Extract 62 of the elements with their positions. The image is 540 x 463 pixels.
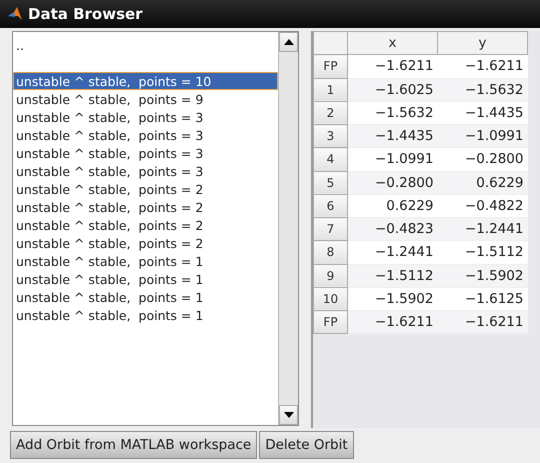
window-title: Data Browser (28, 4, 143, 25)
table-cell: −1.5112 (438, 240, 528, 264)
table-cell: −1.2441 (438, 218, 528, 241)
list-item[interactable]: unstable ^ stable, points = 3 (13, 144, 278, 162)
list-item[interactable]: unstable ^ stable, points = 3 (13, 162, 278, 180)
add-orbit-button[interactable]: Add Orbit from MATLAB workspace (10, 431, 258, 460)
list-item[interactable]: unstable ^ stable, points = 2 (13, 180, 278, 198)
row-header: 8 (314, 240, 348, 264)
row-header: 4 (314, 148, 348, 171)
table-cell: −1.5632 (348, 101, 438, 124)
app-logo-icon (8, 7, 22, 21)
down-arrow-icon (284, 412, 294, 418)
list-item[interactable]: unstable ^ stable, points = 1 (13, 288, 278, 306)
table-cell: −1.6211 (348, 310, 438, 334)
scroll-up-button[interactable] (279, 32, 298, 52)
table-cell: −0.2800 (348, 171, 438, 194)
row-header: FP (314, 54, 348, 78)
row-header: 5 (314, 171, 348, 194)
row-header: 1 (314, 78, 348, 102)
list-item[interactable]: .. (13, 36, 278, 54)
table-cell: −1.5632 (438, 78, 528, 102)
list-item[interactable]: unstable ^ stable, points = 2 (13, 216, 278, 234)
list-item[interactable]: unstable ^ stable, points = 2 (13, 198, 278, 216)
delete-orbit-button[interactable]: Delete Orbit (259, 431, 354, 460)
up-arrow-icon (284, 39, 294, 45)
column-header: x (348, 32, 438, 55)
row-header: 9 (314, 264, 348, 288)
column-header: y (438, 32, 528, 55)
table-cell: −0.2800 (438, 148, 528, 171)
row-header: 7 (314, 218, 348, 241)
table-cell: −1.6125 (438, 287, 528, 310)
orbit-listbox[interactable] (12, 31, 299, 426)
table-cell: −1.0991 (348, 148, 438, 171)
list-item[interactable]: unstable ^ stable, points = 1 (13, 252, 278, 270)
table-cell: −1.6211 (438, 310, 528, 334)
row-header: 3 (314, 124, 348, 148)
table-cell: −1.2441 (348, 240, 438, 264)
list-item[interactable]: unstable ^ stable, points = 1 (13, 306, 278, 324)
table-cell: −0.4822 (438, 194, 528, 218)
list-item[interactable]: unstable ^ stable, points = 3 (13, 108, 278, 126)
table-cell: −1.6211 (438, 54, 528, 78)
row-header: FP (314, 310, 348, 334)
scroll-down-button[interactable] (279, 405, 298, 425)
table-cell: −1.4435 (348, 124, 438, 148)
table-cell: −0.4823 (348, 218, 438, 241)
table-cell: −1.6025 (348, 78, 438, 102)
table-cell: −1.0991 (438, 124, 528, 148)
list-item[interactable]: unstable ^ stable, points = 9 (13, 90, 278, 108)
list-item[interactable]: unstable ^ stable, points = 10 (13, 72, 278, 90)
table-cell: −1.5902 (348, 287, 438, 310)
list-item[interactable]: unstable ^ stable, points = 3 (13, 126, 278, 144)
table-cell: 0.6229 (348, 194, 438, 218)
table-cell: 0.6229 (438, 171, 528, 194)
table-cell: −1.6211 (348, 54, 438, 78)
table-cell: −1.5112 (348, 264, 438, 288)
list-item[interactable]: unstable ^ stable, points = 2 (13, 234, 278, 252)
table-cell: −1.5902 (438, 264, 528, 288)
row-header: 10 (314, 287, 348, 310)
row-header: 2 (314, 101, 348, 124)
row-header: 6 (314, 194, 348, 218)
list-item[interactable]: unstable ^ stable, points = 1 (13, 270, 278, 288)
table-cell: −1.4435 (438, 101, 528, 124)
